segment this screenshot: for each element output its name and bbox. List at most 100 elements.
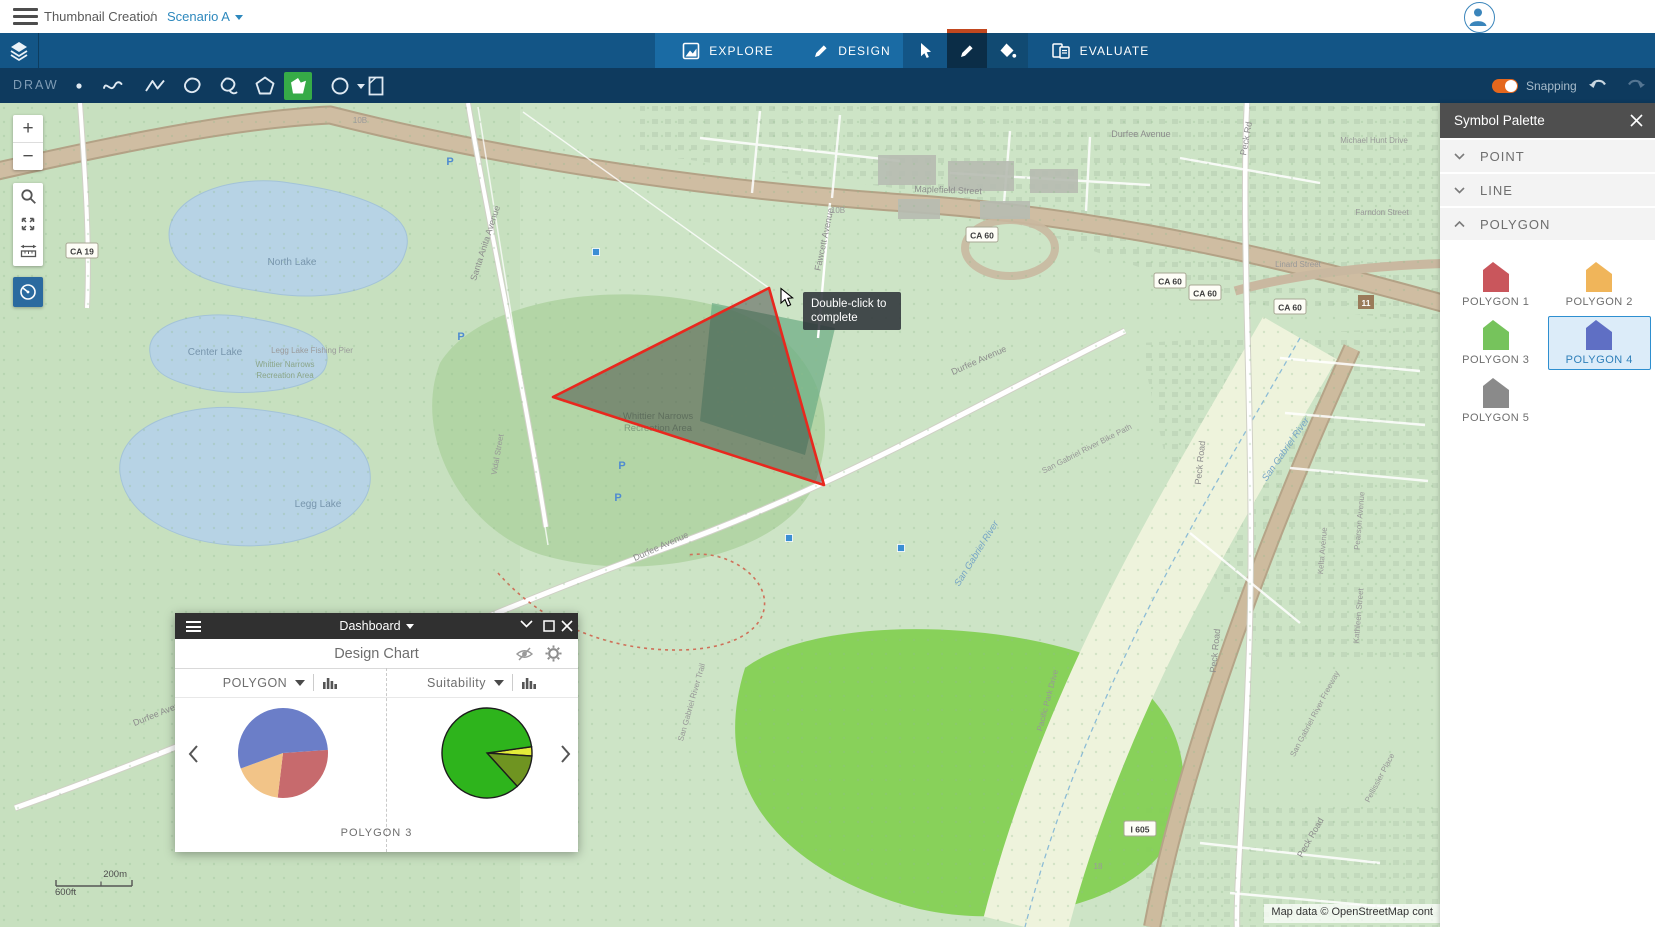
tab-explore[interactable]: EXPLORE (655, 33, 801, 68)
tab-evaluate[interactable]: EVALUATE (1040, 33, 1160, 68)
draw-toolbar-label: DRAW (13, 78, 59, 92)
freehand-line-tool[interactable] (99, 72, 127, 100)
point-icon (67, 74, 91, 98)
eye-slash-icon[interactable] (515, 647, 534, 661)
redo-icon (1626, 76, 1646, 92)
draw-tool-button[interactable] (947, 33, 987, 68)
search-icon (20, 188, 37, 205)
hamburger-menu-icon[interactable] (13, 8, 38, 25)
carousel-next-button[interactable] (560, 744, 571, 764)
pencil-icon (959, 43, 975, 59)
map-label: 10B (831, 206, 845, 215)
left-selector-label[interactable]: POLYGON (223, 676, 287, 690)
autocomplete-freehand-tool[interactable] (214, 72, 242, 100)
tab-explore-label: EXPLORE (709, 44, 773, 58)
paint-bucket-button[interactable] (987, 33, 1028, 68)
map-label: Legg Lake Fishing Pier (271, 346, 353, 355)
carousel-prev-button[interactable] (188, 744, 199, 764)
swatch-polygon-3[interactable]: POLYGON 3 (1444, 316, 1548, 370)
pencil-icon (813, 43, 829, 59)
zoom-out-button[interactable]: − (13, 143, 43, 170)
polyline-icon (143, 74, 167, 98)
measure-button[interactable] (13, 237, 43, 264)
redo-button[interactable] (1626, 76, 1646, 92)
swatch-polygon-1[interactable]: POLYGON 1 (1444, 258, 1548, 312)
search-button[interactable] (13, 183, 43, 210)
chevron-up-icon (1454, 221, 1465, 228)
svg-text:11: 11 (1362, 298, 1371, 308)
design-chart-header: Design Chart (175, 639, 578, 669)
parking-icon: P (618, 460, 625, 472)
map-label: 18 (1094, 862, 1103, 871)
dashboard-gauge-button[interactable] (13, 277, 43, 307)
parking-icon: P (614, 492, 621, 504)
collapse-button[interactable] (520, 620, 533, 628)
bar-chart-icon[interactable] (521, 676, 537, 690)
undo-button[interactable] (1588, 76, 1608, 92)
polygon-tool[interactable] (251, 72, 279, 100)
cursor-arrow-icon (917, 42, 933, 59)
scale-bar: 200m 600ft (55, 869, 133, 898)
pie-slice-red[interactable] (278, 750, 328, 798)
user-icon (1465, 3, 1491, 29)
vertex-handle[interactable] (898, 545, 905, 552)
chevron-down-icon[interactable] (494, 680, 504, 686)
dashboard-title-bar[interactable]: Dashboard (175, 613, 578, 639)
close-icon[interactable] (561, 620, 573, 632)
svg-text:CA 60: CA 60 (970, 231, 994, 241)
vertex-handle[interactable] (593, 249, 600, 256)
tab-design[interactable]: DESIGN (801, 33, 903, 68)
left-chart-selector: POLYGON (175, 668, 386, 697)
top-bar: Thumbnail Creation / Scenario A (0, 0, 1655, 33)
swatch-polygon-4[interactable]: POLYGON 4 (1548, 316, 1652, 370)
vertex-handle[interactable] (786, 535, 793, 542)
close-icon[interactable] (1630, 114, 1643, 127)
planning-area-tool[interactable] (362, 72, 390, 100)
right-chart-selector: Suitability (386, 668, 578, 697)
dashboard-title-dropdown[interactable]: Dashboard (175, 619, 578, 633)
map-label: Whittier Narrows (255, 360, 314, 369)
filled-polygon-tool-active[interactable] (284, 72, 312, 100)
swatch-polygon-5[interactable]: POLYGON 5 (1444, 374, 1548, 428)
point-tool[interactable] (65, 72, 93, 100)
svg-text:CA 60: CA 60 (1158, 277, 1182, 287)
snapping-toggle[interactable] (1492, 79, 1518, 93)
select-tool-button[interactable] (903, 33, 947, 68)
svg-text:CA 19: CA 19 (70, 247, 94, 257)
mode-nav-bar: EXPLORE DESIGN (0, 33, 1655, 68)
section-point[interactable]: POINT (1440, 140, 1655, 172)
filled-polygon-icon (286, 74, 310, 98)
map-label: Durfee Avenue (1111, 129, 1170, 139)
avatar[interactable] (1464, 2, 1495, 33)
map-label: Center Lake (188, 347, 243, 358)
measure-icon (20, 243, 37, 258)
route-shield: CA 60 (1189, 285, 1221, 300)
chart-divider (386, 668, 387, 852)
section-line[interactable]: LINE (1440, 174, 1655, 206)
polyline-tool[interactable] (141, 72, 169, 100)
zoom-in-button[interactable]: + (13, 115, 43, 143)
polygon-pie-chart[interactable] (228, 698, 338, 808)
scale-metric: 200m (55, 869, 127, 880)
layers-button[interactable] (0, 33, 39, 68)
scenario-dropdown[interactable]: Scenario A (167, 9, 243, 24)
chevron-down-icon[interactable] (295, 680, 305, 686)
zoom-controls: + − (13, 115, 43, 170)
section-polygon[interactable]: POLYGON (1440, 208, 1655, 240)
gear-icon[interactable] (545, 645, 562, 662)
full-extent-button[interactable] (13, 210, 43, 237)
right-selector-label[interactable]: Suitability (427, 676, 486, 690)
bar-chart-icon[interactable] (322, 676, 338, 690)
polygon-swatch-grid: POLYGON 1POLYGON 2POLYGON 3POLYGON 4POLY… (1444, 258, 1651, 428)
svg-text:CA 60: CA 60 (1193, 289, 1217, 299)
draw-tooltip: Double-click to complete (803, 292, 901, 330)
mouse-cursor (778, 287, 796, 309)
maximize-button[interactable] (543, 620, 555, 632)
freehand-polygon-tool[interactable] (178, 72, 206, 100)
suitability-pie-chart[interactable] (432, 698, 542, 808)
polygon-swatch-icon (1483, 262, 1509, 292)
symbol-palette-header: Symbol Palette (1440, 103, 1655, 138)
chevron-down-icon (235, 15, 243, 20)
chevron-down-icon (406, 624, 414, 629)
swatch-polygon-2[interactable]: POLYGON 2 (1548, 258, 1652, 312)
